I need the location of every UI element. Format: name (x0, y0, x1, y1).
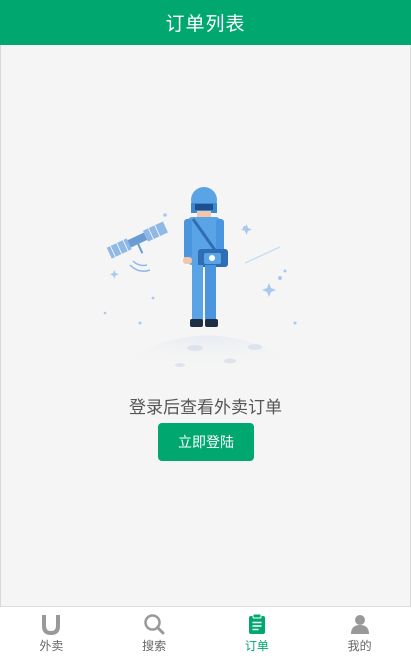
user-icon (350, 615, 369, 634)
clipboard-icon (248, 613, 265, 634)
waimai-u-icon (42, 615, 61, 635)
tab-orders-label: 订单 (244, 639, 269, 653)
satellite (106, 221, 168, 259)
empty-state-message: 登录后查看外卖订单 (129, 398, 282, 418)
page-title: 订单列表 (165, 13, 246, 35)
login-button[interactable]: 立即登陆 (158, 423, 254, 461)
astronaut (183, 187, 228, 327)
tab-search[interactable]: 搜索 (103, 607, 206, 659)
tab-waimai-label: 外卖 (39, 639, 64, 653)
search-icon (144, 614, 165, 635)
header-bar: 订单列表 (0, 0, 411, 45)
bottom-tab-bar: 外卖 搜索 订单 我的 (0, 606, 411, 659)
tab-mine-label: 我的 (347, 639, 372, 653)
tab-waimai[interactable]: 外卖 (0, 607, 103, 659)
tab-orders[interactable]: 订单 (206, 607, 309, 659)
tab-mine[interactable]: 我的 (308, 607, 411, 659)
astronaut-illustration (100, 187, 315, 378)
moon-surface (100, 335, 315, 378)
tab-search-label: 搜索 (142, 639, 167, 653)
